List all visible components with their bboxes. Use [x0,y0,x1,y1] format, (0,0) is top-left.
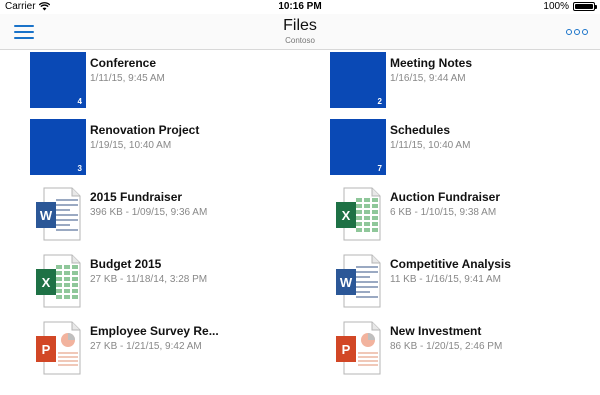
file-item[interactable]: W Competitive Analysis 11 KB - 1/16/15, 9:… [330,253,600,311]
file-meta: 1/19/15, 10:40 AM [90,140,172,151]
folder-item-count: 3 [77,164,82,173]
svg-text:P: P [42,342,51,357]
svg-text:X: X [342,208,351,223]
navigation-bar: Files Contoso [0,14,600,50]
folder-icon: 2 [330,52,386,108]
file-item[interactable]: X Budget 2015 27 KB - 11/18/14, 3:28 PM [30,253,310,311]
folder-item[interactable]: 4 Conference 1/11/15, 9:45 AM [30,52,310,110]
file-name: Employee Survey Re... [90,324,219,338]
folder-item[interactable]: 7 Schedules 1/11/15, 10:40 AM [330,119,600,177]
file-item[interactable]: X Auction Fundraiser 6 KB - 1/10/15, 9:38 … [330,186,600,244]
file-name: New Investment [390,324,482,338]
file-name: Meeting Notes [390,56,473,70]
folder-icon: 3 [30,119,86,175]
file-meta: 1/16/15, 9:44 AM [390,73,466,84]
page-subtitle: Contoso [285,36,315,45]
excel-document-icon: X [330,186,386,242]
file-name: Auction Fundraiser [390,190,501,204]
more-options-icon[interactable] [566,27,588,37]
file-meta: 86 KB - 1/20/15, 2:46 PM [390,341,503,352]
file-meta: 1/11/15, 10:40 AM [390,140,471,151]
file-name: Budget 2015 [90,257,162,271]
file-meta: 27 KB - 1/21/15, 9:42 AM [90,341,202,352]
folder-item[interactable]: 3 Renovation Project 1/19/15, 10:40 AM [30,119,310,177]
battery-icon [573,2,597,11]
powerpoint-document-icon: P [30,320,86,376]
file-name: 2015 Fundraiser [90,190,183,204]
battery-percent: 100% [543,1,569,12]
file-meta: 27 KB - 11/18/14, 3:28 PM [90,274,208,285]
file-meta: 1/11/15, 9:45 AM [90,73,165,84]
file-meta: 396 KB - 1/09/15, 9:36 AM [90,207,208,218]
file-name: Competitive Analysis [390,257,511,271]
svg-text:W: W [40,208,53,223]
file-item[interactable]: P Employee Survey Re... 27 KB - 1/21/15, 9… [30,320,310,378]
powerpoint-document-icon: P [330,320,386,376]
folder-item-count: 7 [377,164,382,173]
page-title: Files [283,17,317,34]
folder-icon: 7 [330,119,386,175]
file-item[interactable]: P New Investment 86 KB - 1/20/15, 2:46 PM [330,320,600,378]
svg-text:P: P [342,342,351,357]
folder-item-count: 4 [77,97,82,106]
file-name: Conference [90,56,157,70]
file-meta: 11 KB - 1/16/15, 9:41 AM [390,274,501,285]
battery-fill [575,4,593,9]
file-item[interactable]: W 2015 Fundraiser 396 KB - 1/09/15, 9:36 A… [30,186,310,244]
word-document-icon: W [330,253,386,309]
file-name: Schedules [390,123,451,137]
excel-document-icon: X [30,253,86,309]
status-bar: Carrier 10:16 PM 100% [0,0,600,14]
status-right: 100% [543,1,597,12]
word-document-icon: W [30,186,86,242]
status-time: 10:16 PM [278,1,322,12]
folder-item[interactable]: 2 Meeting Notes 1/16/15, 9:44 AM [330,52,600,110]
svg-text:X: X [42,275,51,290]
file-name: Renovation Project [90,123,200,137]
folder-item-count: 2 [377,97,382,106]
folder-icon: 4 [30,52,86,108]
file-meta: 6 KB - 1/10/15, 9:38 AM [390,207,497,218]
svg-text:W: W [340,275,353,290]
